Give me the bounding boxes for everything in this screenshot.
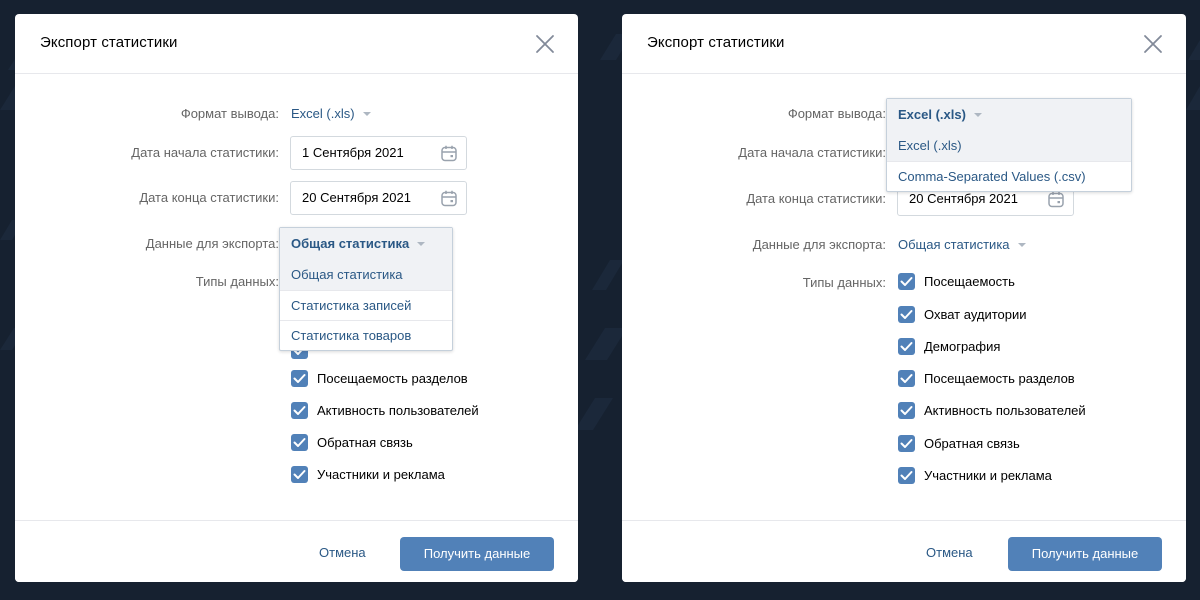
checkbox[interactable] — [898, 467, 915, 484]
dropdown-option[interactable]: Comma-Separated Values (.csv) — [887, 161, 1131, 191]
dropdown-current[interactable]: Excel (.xls) — [887, 99, 1131, 131]
chevron-down-icon — [417, 241, 426, 246]
end-date-field[interactable]: 20 Сентября 2021 — [290, 181, 467, 215]
start-date-value: 1 Сентября 2021 — [302, 145, 404, 160]
checkbox-label: Участники и реклама — [317, 467, 445, 482]
dropdown-option[interactable]: Общая статистика — [280, 260, 452, 290]
checkbox-label: Обратная связь — [317, 435, 413, 450]
modal-header: Экспорт статистики — [622, 14, 1186, 74]
export-data-value: Общая статистика — [898, 237, 1010, 252]
format-value: Excel (.xls) — [291, 106, 355, 121]
modal-footer: Отмена Получить данные — [622, 520, 1186, 582]
dropdown-current[interactable]: Общая статистика — [280, 228, 452, 260]
data-types-label: Типы данных: — [802, 275, 886, 290]
cancel-button[interactable]: Отмена — [319, 545, 366, 560]
dropdown-option[interactable]: Статистика записей — [280, 290, 452, 320]
export-data-select[interactable]: Общая статистика — [898, 237, 1026, 252]
export-modal-right: Экспорт статистики Формат вывода: Дата н… — [622, 14, 1186, 582]
data-types-label: Типы данных: — [195, 274, 279, 289]
export-modal-left: Экспорт статистики Формат вывода: Excel … — [15, 14, 578, 582]
checkbox-label: Активность пользователей — [317, 403, 479, 418]
export-data-value: Общая статистика — [291, 236, 410, 251]
close-icon[interactable] — [534, 33, 556, 55]
export-data-label: Данные для экспорта: — [752, 237, 886, 252]
start-date-label: Дата начала статистики: — [131, 145, 279, 160]
dropdown-option[interactable]: Excel (.xls) — [887, 131, 1131, 161]
checkbox-label: Активность пользователей — [924, 403, 1086, 418]
checkbox[interactable] — [898, 370, 915, 387]
end-date-label: Дата конца статистики: — [139, 190, 279, 205]
close-icon[interactable] — [1142, 33, 1164, 55]
end-date-value: 20 Сентября 2021 — [302, 190, 411, 205]
checkbox-label: Обратная связь — [924, 436, 1020, 451]
checkbox[interactable] — [898, 435, 915, 452]
format-label: Формат вывода: — [180, 106, 279, 121]
end-date-value: 20 Сентября 2021 — [909, 191, 1018, 206]
chevron-down-icon — [973, 112, 982, 117]
export-data-dropdown[interactable]: Общая статистика Общая статистика Статис… — [279, 227, 453, 351]
modal-header: Экспорт статистики — [15, 14, 578, 74]
calendar-icon — [1048, 191, 1064, 208]
checkbox-label: Демография — [924, 339, 1001, 354]
checkbox-label: Посещаемость разделов — [924, 371, 1075, 386]
get-data-button[interactable]: Получить данные — [400, 537, 554, 571]
checkbox-label: Участники и реклама — [924, 468, 1052, 483]
start-date-label: Дата начала статистики: — [738, 145, 886, 160]
modal-footer: Отмена Получить данные — [15, 520, 578, 582]
calendar-icon — [441, 190, 457, 207]
export-data-label: Данные для экспорта: — [145, 236, 279, 251]
checkbox[interactable] — [291, 434, 308, 451]
end-date-label: Дата конца статистики: — [746, 191, 886, 206]
start-date-field[interactable]: 1 Сентября 2021 — [290, 136, 467, 170]
cancel-button[interactable]: Отмена — [926, 545, 973, 560]
checkbox[interactable] — [898, 273, 915, 290]
checkbox-label: Посещаемость разделов — [317, 371, 468, 386]
modal-title: Экспорт статистики — [647, 34, 785, 51]
checkbox[interactable] — [291, 402, 308, 419]
checkbox[interactable] — [291, 466, 308, 483]
get-data-button[interactable]: Получить данные — [1008, 537, 1162, 571]
format-select[interactable]: Excel (.xls) — [291, 106, 371, 121]
format-dropdown[interactable]: Excel (.xls) Excel (.xls) Comma-Separate… — [886, 98, 1132, 192]
checkbox-label: Охват аудитории — [924, 307, 1027, 322]
chevron-down-icon — [362, 111, 371, 116]
chevron-down-icon — [1017, 242, 1026, 247]
checkbox[interactable] — [898, 402, 915, 419]
checkbox-label: Посещаемость — [924, 274, 1015, 289]
calendar-icon — [441, 145, 457, 162]
format-label: Формат вывода: — [787, 106, 886, 121]
modal-title: Экспорт статистики — [40, 34, 178, 51]
checkbox[interactable] — [898, 338, 915, 355]
checkbox[interactable] — [898, 306, 915, 323]
dropdown-option[interactable]: Статистика товаров — [280, 320, 452, 350]
checkbox[interactable] — [291, 370, 308, 387]
format-value: Excel (.xls) — [898, 107, 966, 122]
